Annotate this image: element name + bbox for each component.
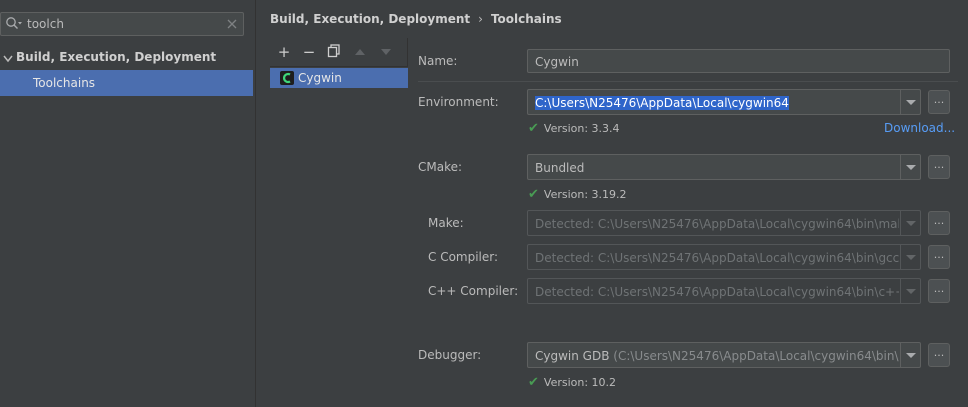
c-compiler-label: C Compiler: xyxy=(428,250,499,264)
cpp-compiler-select[interactable]: Detected: C:\Users\N25476\AppData\Local\… xyxy=(527,278,921,304)
environment-browse-button[interactable]: ... xyxy=(928,90,950,114)
copy-icon xyxy=(327,44,340,58)
cpp-compiler-value: Detected: C:\Users\N25476\AppData\Local\… xyxy=(535,285,899,299)
settings-sidebar: toolch Build, Execution, Deployment Tool… xyxy=(0,0,256,407)
toolchain-toolbar: + − xyxy=(268,38,408,66)
environment-select[interactable]: C:\Users\N25476\AppData\Local\cygwin64 xyxy=(527,89,921,115)
make-browse-button[interactable]: ... xyxy=(928,211,950,235)
chevron-down-icon[interactable] xyxy=(900,155,920,179)
arrow-up-icon xyxy=(355,49,365,55)
chevron-down-icon[interactable] xyxy=(900,279,920,303)
cmake-label: CMake: xyxy=(418,160,463,174)
environment-label: Environment: xyxy=(418,95,499,109)
arrow-down-icon xyxy=(381,49,391,55)
name-field[interactable]: Cygwin xyxy=(527,49,950,73)
toolchain-settings-form: Name: Cygwin Environment: C:\Users\N2547… xyxy=(408,38,968,407)
c-compiler-select[interactable]: Detected: C:\Users\N25476\AppData\Local\… xyxy=(527,244,921,270)
breadcrumb-part: Toolchains xyxy=(490,12,562,26)
debugger-select[interactable]: Cygwin GDB (C:\Users\N25476\AppData\Loca… xyxy=(527,342,921,368)
environment-path[interactable]: C:\Users\N25476\AppData\Local\cygwin64 xyxy=(535,96,895,110)
toolchain-list: Cygwin xyxy=(270,66,408,407)
add-toolchain-button[interactable]: + xyxy=(276,44,292,60)
cpp-compiler-browse-button[interactable]: ... xyxy=(928,279,950,303)
chevron-down-icon[interactable] xyxy=(900,211,920,235)
remove-toolchain-button[interactable]: − xyxy=(301,44,317,60)
divider xyxy=(418,81,958,82)
chevron-down-icon[interactable] xyxy=(900,90,920,114)
move-up-button[interactable] xyxy=(352,44,368,60)
tree-item-toolchains[interactable]: Toolchains xyxy=(0,70,253,96)
breadcrumb: Build, Execution, Deployment › Toolchains xyxy=(270,12,562,26)
make-value: Detected: C:\Users\N25476\AppData\Local\… xyxy=(535,217,899,231)
debugger-label: Debugger: xyxy=(418,348,482,362)
search-input[interactable]: toolch xyxy=(27,17,64,31)
clear-icon[interactable] xyxy=(226,18,238,33)
move-down-button[interactable] xyxy=(378,44,394,60)
checkmark-icon: ✔ xyxy=(528,187,539,202)
debugger-browse-button[interactable]: ... xyxy=(928,343,950,367)
toolchain-list-panel: + − Cygwin xyxy=(268,38,408,407)
download-link[interactable]: Download... xyxy=(884,121,955,135)
make-label: Make: xyxy=(428,216,464,230)
toolchain-item-label: Cygwin xyxy=(298,71,342,85)
tree-item-build-execution-deployment[interactable]: Build, Execution, Deployment xyxy=(0,46,256,68)
cmake-browse-button[interactable]: ... xyxy=(928,155,950,179)
name-input[interactable]: Cygwin xyxy=(535,55,579,69)
cmake-value: Bundled xyxy=(535,161,585,175)
checkmark-icon: ✔ xyxy=(528,375,539,390)
cpp-compiler-label: C++ Compiler: xyxy=(428,284,519,298)
breadcrumb-separator: › xyxy=(478,12,483,26)
checkmark-icon: ✔ xyxy=(528,121,539,136)
debugger-value: Cygwin GDB (C:\Users\N25476\AppData\Loca… xyxy=(535,349,899,363)
c-compiler-browse-button[interactable]: ... xyxy=(928,245,950,269)
debugger-version: ✔ Version: 10.2 xyxy=(528,375,617,390)
chevron-down-icon[interactable] xyxy=(900,343,920,367)
cygwin-icon xyxy=(280,71,294,85)
settings-search-field[interactable]: toolch xyxy=(0,12,244,36)
chevron-down-icon[interactable] xyxy=(900,245,920,269)
chevron-down-icon[interactable] xyxy=(3,52,13,66)
copy-toolchain-button[interactable] xyxy=(326,44,342,60)
make-select[interactable]: Detected: C:\Users\N25476\AppData\Local\… xyxy=(527,210,921,236)
tree-item-label: Toolchains xyxy=(33,76,96,90)
cmake-version: ✔ Version: 3.19.2 xyxy=(528,187,627,202)
toolchain-item-cygwin[interactable]: Cygwin xyxy=(270,68,408,88)
c-compiler-value: Detected: C:\Users\N25476\AppData\Local\… xyxy=(535,251,899,265)
tree-item-label: Build, Execution, Deployment xyxy=(16,50,217,64)
cmake-select[interactable]: Bundled xyxy=(527,154,921,180)
name-label: Name: xyxy=(418,54,458,68)
environment-version: ✔ Version: 3.3.4 xyxy=(528,121,620,136)
breadcrumb-part: Build, Execution, Deployment xyxy=(270,12,471,26)
environment-value: C:\Users\N25476\AppData\Local\cygwin64 xyxy=(535,96,789,110)
search-icon xyxy=(5,16,23,35)
